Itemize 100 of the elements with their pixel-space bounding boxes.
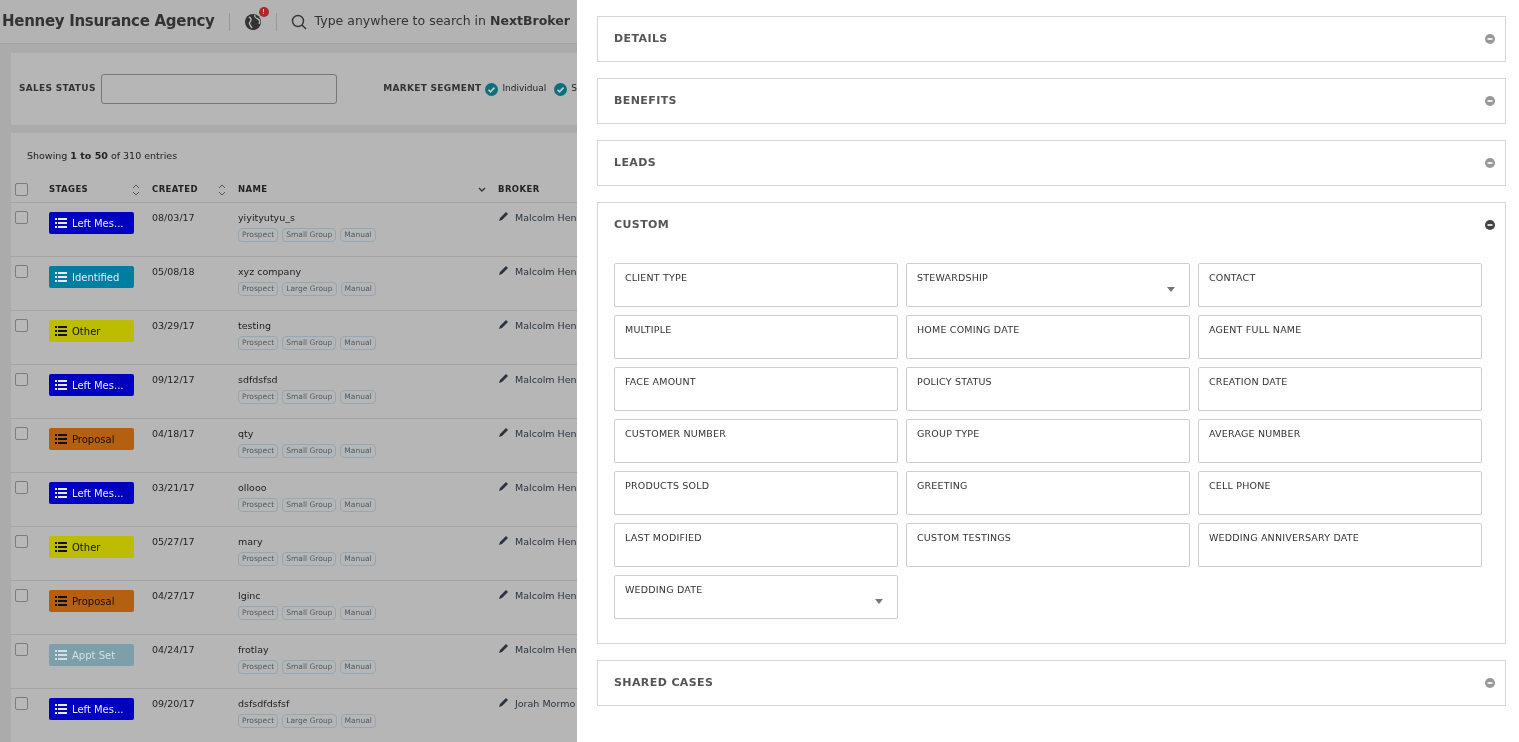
pencil-icon[interactable] xyxy=(498,697,509,708)
input-field[interactable]: CUSTOMER NUMBER xyxy=(614,419,898,463)
check-icon[interactable] xyxy=(554,82,568,96)
chevron-down-icon[interactable] xyxy=(478,186,486,193)
sales-status-field[interactable] xyxy=(100,74,337,104)
section-title[interactable]: DETAILS xyxy=(614,30,668,48)
input-field[interactable]: HOME COMING DATE xyxy=(906,315,1190,359)
check-icon[interactable] xyxy=(485,82,499,96)
row-checkbox[interactable] xyxy=(15,319,28,332)
stage-badge[interactable]: Left Mes... xyxy=(49,374,134,396)
pencil-icon[interactable] xyxy=(498,211,509,222)
pencil-icon[interactable] xyxy=(498,481,509,492)
lead-name[interactable]: mary xyxy=(238,535,498,550)
lead-name[interactable]: sdfdsfsd xyxy=(238,373,498,388)
pencil-icon[interactable] xyxy=(498,535,509,546)
row-checkbox[interactable] xyxy=(15,697,28,710)
caret-icon[interactable] xyxy=(875,599,883,604)
stage-badge[interactable]: Other xyxy=(49,536,134,558)
row-checkbox[interactable] xyxy=(15,643,28,656)
input-field[interactable]: FACE AMOUNT xyxy=(614,367,898,411)
globe-icon[interactable] xyxy=(243,12,262,31)
expand-icon[interactable] xyxy=(1485,96,1495,106)
collapse-icon[interactable] xyxy=(1485,220,1495,230)
lead-name[interactable]: ollooo xyxy=(238,481,498,496)
stage-badge[interactable]: Other xyxy=(49,320,134,342)
list-icon xyxy=(55,272,67,282)
row-checkbox[interactable] xyxy=(15,265,28,278)
section-title[interactable]: LEADS xyxy=(614,154,657,172)
input-field[interactable]: CELL PHONE xyxy=(1198,471,1482,515)
lead-name[interactable]: qty xyxy=(238,427,498,442)
broker-name: Jorah Mormo xyxy=(515,697,576,711)
entries-summary: Showing 1 to 50 of 310 entries xyxy=(26,149,179,163)
list-icon xyxy=(55,488,67,498)
select-field[interactable]: WEDDING DATE xyxy=(614,575,898,619)
created-date: 09/20/17 xyxy=(152,698,195,709)
stage-badge[interactable]: Proposal xyxy=(49,590,134,612)
row-checkbox[interactable] xyxy=(15,589,28,602)
created-date: 09/12/17 xyxy=(152,374,195,385)
stage-badge[interactable]: Proposal xyxy=(49,428,134,450)
row-checkbox[interactable] xyxy=(15,535,28,548)
row-checkbox[interactable] xyxy=(15,373,28,386)
list-icon xyxy=(55,596,67,606)
input-field[interactable]: LAST MODIFIED xyxy=(614,523,898,567)
broker-name: Malcolm Hen xyxy=(515,643,577,657)
lead-name[interactable]: testing xyxy=(238,319,498,334)
column-header[interactable]: CREATED xyxy=(152,183,198,196)
expand-icon[interactable] xyxy=(1485,34,1495,44)
row-checkbox[interactable] xyxy=(15,427,28,440)
lead-name[interactable]: lginc xyxy=(238,589,498,604)
column-header[interactable]: NAME xyxy=(238,183,268,196)
sales-status-label: SALES STATUS xyxy=(19,82,96,96)
lead-name[interactable]: dsfsdfdsfsf xyxy=(238,697,498,712)
pencil-icon[interactable] xyxy=(498,319,509,330)
input-field[interactable]: WEDDING ANNIVERSARY DATE xyxy=(1198,523,1482,567)
pencil-icon[interactable] xyxy=(498,373,509,384)
created-date: 04/24/17 xyxy=(152,644,195,655)
stage-badge[interactable]: Left Mes... xyxy=(49,212,134,234)
pencil-icon[interactable] xyxy=(498,643,509,654)
sort-icon[interactable] xyxy=(218,183,226,196)
input-field[interactable]: CUSTOM TESTINGS xyxy=(906,523,1190,567)
list-icon xyxy=(55,434,67,444)
input-field[interactable]: GROUP TYPE xyxy=(906,419,1190,463)
input-field[interactable]: MULTIPLE xyxy=(614,315,898,359)
section-title[interactable]: BENEFITS xyxy=(614,92,677,110)
row-checkbox[interactable] xyxy=(15,481,28,494)
input-field[interactable]: CLIENT TYPE xyxy=(614,263,898,307)
input-field[interactable]: CREATION DATE xyxy=(1198,367,1482,411)
pencil-icon[interactable] xyxy=(498,589,509,600)
input-field[interactable]: CONTACT xyxy=(1198,263,1482,307)
input-field[interactable]: POLICY STATUS xyxy=(906,367,1190,411)
segment-label: Individual xyxy=(502,82,547,96)
pencil-icon[interactable] xyxy=(498,427,509,438)
lead-name[interactable]: xyz company xyxy=(238,265,498,280)
stage-badge[interactable]: Left Mes... xyxy=(49,482,134,504)
search-icon xyxy=(290,13,307,30)
section-title[interactable]: CUSTOM xyxy=(614,216,670,234)
column-header[interactable]: STAGES xyxy=(49,183,89,196)
input-field[interactable]: PRODUCTS SOLD xyxy=(614,471,898,515)
search-prompt[interactable]: Type anywhere to search in NextBroker xyxy=(314,12,570,31)
created-date: 03/29/17 xyxy=(152,320,195,331)
created-date: 05/08/18 xyxy=(152,266,195,277)
section-title[interactable]: SHARED CASES xyxy=(614,674,714,692)
stage-badge[interactable]: Left Mes... xyxy=(49,698,134,720)
lead-name[interactable]: yiyityutyu_s xyxy=(238,211,498,226)
list-icon xyxy=(55,650,67,660)
stage-badge[interactable]: Identified xyxy=(49,266,134,288)
expand-icon[interactable] xyxy=(1485,158,1495,168)
list-icon xyxy=(55,326,67,336)
input-field[interactable]: AVERAGE NUMBER xyxy=(1198,419,1482,463)
select-all-checkbox[interactable] xyxy=(15,183,28,196)
expand-icon[interactable] xyxy=(1485,678,1495,688)
select-field[interactable]: STEWARDSHIP xyxy=(906,263,1190,307)
column-header[interactable]: BROKER xyxy=(498,183,540,196)
input-field[interactable]: AGENT FULL NAME xyxy=(1198,315,1482,359)
pencil-icon[interactable] xyxy=(498,265,509,276)
row-checkbox[interactable] xyxy=(15,211,28,224)
caret-icon[interactable] xyxy=(1167,287,1175,292)
sort-icon[interactable] xyxy=(132,183,140,196)
input-field[interactable]: GREETING xyxy=(906,471,1190,515)
lead-name[interactable]: frotlay xyxy=(238,643,498,658)
